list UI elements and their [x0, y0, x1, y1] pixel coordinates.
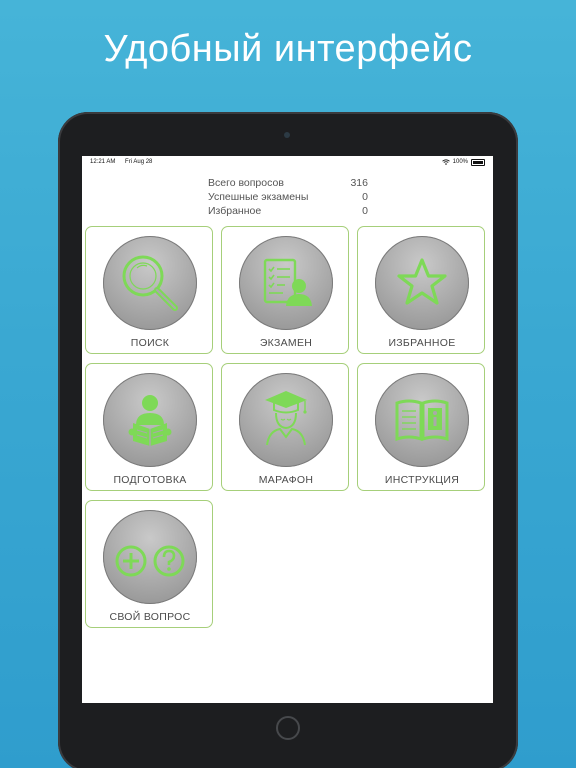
- app-screen: 12:21 AM Fri Aug 28 100% Всего вопросов …: [82, 156, 493, 703]
- stat-label: Всего вопросов: [208, 177, 284, 189]
- wifi-icon: [441, 159, 450, 165]
- tile-instructions[interactable]: ИНСТРУКЦИЯ: [357, 363, 485, 491]
- battery-icon: [471, 158, 485, 166]
- tile-circle: [239, 236, 333, 330]
- tablet-frame: 12:21 AM Fri Aug 28 100% Всего вопросов …: [58, 112, 518, 768]
- stat-row-passed: Успешные экзамены 0: [208, 190, 368, 204]
- tile-label: МАРАФОН: [258, 474, 314, 486]
- tile-label: ПОДГОТОВКА: [113, 474, 187, 486]
- stat-label: Успешные экзамены: [208, 191, 309, 203]
- tile-marathon[interactable]: МАРАФОН: [221, 363, 349, 491]
- tile-custom-question[interactable]: СВОЙ ВОПРОС: [85, 500, 213, 628]
- headline: Удобный интерфейс: [103, 28, 473, 70]
- tile-favorites[interactable]: ИЗБРАННОЕ: [357, 226, 485, 354]
- status-bar: 12:21 AM Fri Aug 28 100%: [82, 156, 493, 168]
- battery-percent: 100%: [452, 159, 468, 165]
- tile-circle: [375, 236, 469, 330]
- tile-exam[interactable]: ЭКЗАМЕН: [221, 226, 349, 354]
- add-question-icon: [115, 545, 185, 577]
- tile-label: ЭКЗАМЕН: [259, 337, 313, 349]
- tile-preparation[interactable]: ПОДГОТОВКА: [85, 363, 213, 491]
- tile-circle: [239, 373, 333, 467]
- status-date: Fri Aug 28: [125, 159, 153, 165]
- tile-circle: [103, 373, 197, 467]
- stat-value: 0: [362, 191, 368, 203]
- tile-circle: [103, 510, 197, 604]
- tile-label: ПОИСК: [130, 337, 170, 349]
- camera: [284, 132, 290, 138]
- stat-row-total: Всего вопросов 316: [208, 176, 368, 190]
- info-book-icon: [395, 399, 449, 442]
- tile-label: СВОЙ ВОПРОС: [109, 611, 191, 623]
- stats-panel: Всего вопросов 316 Успешные экзамены 0 И…: [208, 176, 368, 218]
- home-button[interactable]: [276, 716, 300, 740]
- tile-circle: [103, 236, 197, 330]
- star-icon: [397, 258, 447, 305]
- tile-label: ИНСТРУКЦИЯ: [384, 474, 460, 486]
- status-time: 12:21 AM: [90, 159, 116, 165]
- tile-search[interactable]: ПОИСК: [85, 226, 213, 354]
- stat-value: 0: [362, 205, 368, 217]
- graduate-icon: [265, 391, 307, 446]
- exam-checklist-icon: [263, 258, 312, 306]
- stat-row-favorites: Избранное 0: [208, 204, 368, 218]
- tile-circle: [375, 373, 469, 467]
- stat-label: Избранное: [208, 205, 262, 217]
- tile-label: ИЗБРАННОЕ: [388, 337, 456, 349]
- reading-person-icon: [128, 395, 172, 446]
- magnifier-icon: [122, 255, 178, 311]
- stat-value: 316: [350, 177, 368, 189]
